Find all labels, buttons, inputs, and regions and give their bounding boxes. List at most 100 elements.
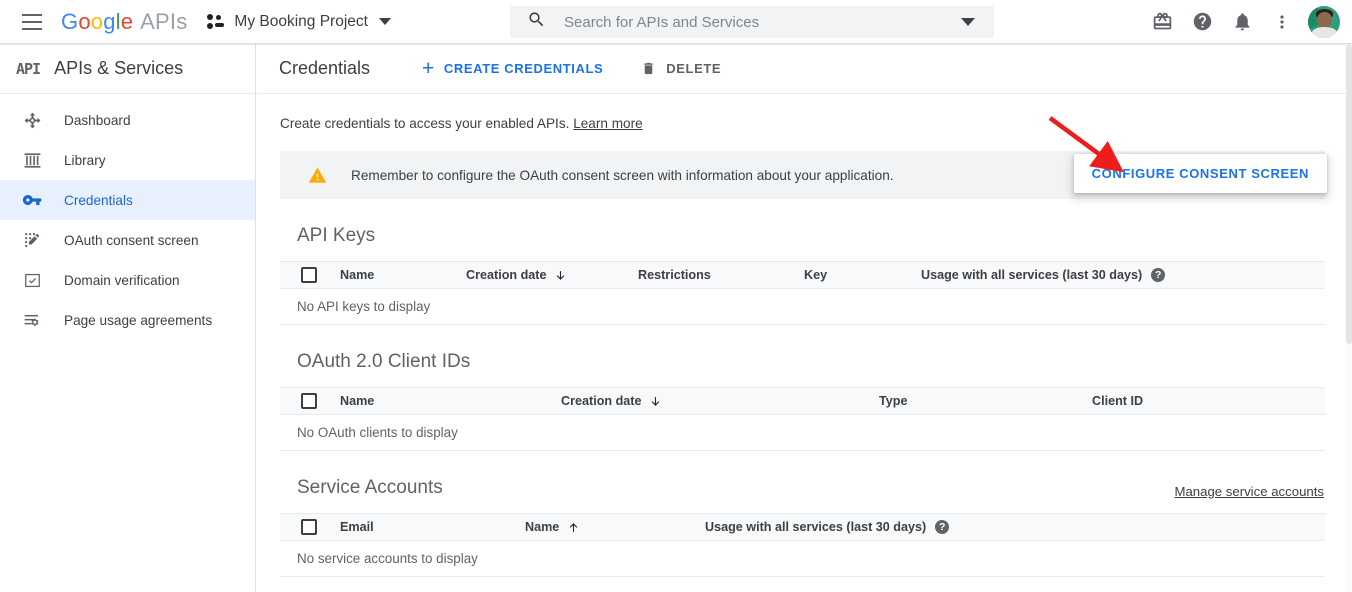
- help-icon[interactable]: ?: [935, 520, 950, 534]
- column-header-creation-date[interactable]: Creation date: [466, 268, 567, 282]
- sidebar-item-label: Credentials: [64, 192, 133, 208]
- select-all-checkbox[interactable]: [301, 267, 317, 283]
- sidebar-item-label: OAuth consent screen: [64, 232, 199, 248]
- search-dropdown-icon[interactable]: [961, 18, 975, 26]
- help-icon[interactable]: [1182, 2, 1222, 42]
- logo-suffix-apis: APIs: [140, 8, 188, 34]
- library-icon: [20, 148, 44, 172]
- section-oauth-client-ids: OAuth 2.0 Client IDs Name Creation date …: [280, 351, 1325, 451]
- chevron-down-icon[interactable]: [378, 18, 391, 25]
- column-header-usage: Usage with all services (last 30 days) ?: [921, 268, 1166, 282]
- plus-icon: +: [422, 57, 435, 80]
- column-header-email[interactable]: Email: [340, 520, 374, 534]
- api-logo-icon: API: [16, 59, 41, 78]
- column-header-restrictions[interactable]: Restrictions: [638, 268, 711, 282]
- configure-consent-screen-button[interactable]: CONFIGURE CONSENT SCREEN: [1073, 154, 1327, 193]
- top-app-bar: Google APIs My Booking Project: [0, 0, 1352, 43]
- top-bar-shadow: [0, 43, 1352, 46]
- sidebar-nav: Dashboard Library Credentials OAuth cons…: [0, 94, 255, 340]
- page-usage-agreements-icon: [20, 308, 44, 332]
- section-title: Service Accounts: [297, 477, 443, 498]
- sidebar: API APIs & Services Dashboard Library Cr…: [0, 44, 256, 592]
- sidebar-item-label: Library: [64, 152, 106, 168]
- google-cloud-console-window: Google APIs My Booking Project Search fo…: [0, 0, 1352, 592]
- sidebar-item-label: Page usage agreements: [64, 312, 213, 328]
- empty-state-row: No API keys to display: [280, 289, 1325, 325]
- dashboard-icon: [20, 108, 44, 132]
- column-header-usage: Usage with all services (last 30 days) ?: [705, 520, 950, 534]
- sidebar-item-oauth-consent-screen[interactable]: OAuth consent screen: [0, 220, 255, 260]
- sidebar-item-credentials[interactable]: Credentials: [0, 180, 255, 220]
- select-all-checkbox[interactable]: [301, 519, 317, 535]
- logo-letter-o1: o: [78, 8, 91, 34]
- banner-message: Remember to configure the OAuth consent …: [351, 167, 894, 183]
- gift-icon[interactable]: [1142, 2, 1182, 42]
- lead-text: Create credentials to access your enable…: [280, 116, 570, 131]
- domain-verification-icon: [20, 268, 44, 292]
- column-header-key[interactable]: Key: [804, 268, 827, 282]
- google-apis-logo: Google APIs: [61, 9, 187, 35]
- logo-letter-g: G: [61, 8, 79, 34]
- sidebar-title: APIs & Services: [54, 58, 184, 78]
- project-icon: [207, 13, 225, 30]
- logo-letter-e: e: [120, 8, 134, 34]
- learn-more-link[interactable]: Learn more: [573, 116, 643, 131]
- section-header: API Keys: [280, 225, 1325, 247]
- manage-service-accounts-link[interactable]: Manage service accounts: [1174, 484, 1324, 499]
- column-header-creation-date[interactable]: Creation date: [561, 394, 662, 408]
- key-icon: [20, 188, 44, 212]
- select-all-checkbox[interactable]: [301, 393, 317, 409]
- hamburger-menu-icon[interactable]: [10, 0, 54, 43]
- delete-label: DELETE: [666, 61, 722, 76]
- oauth-consent-banner: Remember to configure the OAuth consent …: [280, 151, 1327, 199]
- section-api-keys: API Keys Name Creation date Restrictions…: [280, 225, 1325, 325]
- sort-ascending-icon: [567, 521, 580, 534]
- help-icon[interactable]: ?: [1151, 268, 1166, 282]
- logo-letter-g2: g: [103, 8, 116, 34]
- empty-state-row: No service accounts to display: [280, 541, 1325, 577]
- avatar[interactable]: [1308, 5, 1340, 38]
- project-selector[interactable]: My Booking Project: [207, 0, 391, 43]
- page-title: Credentials: [279, 58, 371, 78]
- sidebar-item-label: Domain verification: [64, 272, 180, 288]
- table-header-row: Name Creation date Type Client ID: [280, 387, 1325, 415]
- column-header-name[interactable]: Name: [340, 394, 374, 408]
- section-header: Service Accounts Manage service accounts: [280, 477, 1325, 499]
- top-bar-actions: [1142, 0, 1344, 43]
- table-header-row: Name Creation date Restrictions Key Usag…: [280, 261, 1325, 289]
- section-title: OAuth 2.0 Client IDs: [297, 351, 471, 372]
- sidebar-item-domain-verification[interactable]: Domain verification: [0, 260, 255, 300]
- column-header-name[interactable]: Name: [525, 520, 580, 534]
- sidebar-header: API APIs & Services: [0, 44, 255, 94]
- more-vert-icon[interactable]: [1262, 2, 1302, 42]
- search-icon: [527, 10, 546, 34]
- search-input[interactable]: [564, 13, 961, 31]
- trash-icon: [641, 61, 656, 76]
- sidebar-item-dashboard[interactable]: Dashboard: [0, 100, 255, 140]
- main-content: Credentials + CREATE CREDENTIALS DELETE …: [257, 44, 1352, 592]
- column-header-name[interactable]: Name: [340, 268, 374, 282]
- table-header-row: Email Name Usage with all services (last…: [280, 513, 1325, 541]
- search-bar[interactable]: [510, 6, 994, 38]
- sort-descending-icon: [554, 269, 567, 282]
- lead-text-row: Create credentials to access your enable…: [280, 116, 1325, 131]
- sidebar-item-page-usage-agreements[interactable]: Page usage agreements: [0, 300, 255, 340]
- column-header-type[interactable]: Type: [879, 394, 907, 408]
- logo-letter-o2: o: [90, 8, 104, 34]
- create-credentials-button[interactable]: + CREATE CREDENTIALS: [422, 58, 603, 79]
- empty-state-row: No OAuth clients to display: [280, 415, 1325, 451]
- content-header: Credentials + CREATE CREDENTIALS DELETE: [257, 44, 1352, 94]
- section-header: OAuth 2.0 Client IDs: [280, 351, 1325, 373]
- section-title: API Keys: [297, 225, 376, 246]
- sort-descending-icon: [649, 395, 662, 408]
- content-body: Create credentials to access your enable…: [257, 94, 1352, 577]
- column-header-client-id[interactable]: Client ID: [1092, 394, 1143, 408]
- vertical-scrollbar-thumb[interactable]: [1346, 44, 1352, 344]
- vertical-scrollbar-track[interactable]: [1346, 44, 1352, 592]
- sidebar-item-library[interactable]: Library: [0, 140, 255, 180]
- delete-button[interactable]: DELETE: [641, 61, 721, 76]
- oauth-consent-icon: [20, 228, 44, 252]
- warning-triangle-icon: [308, 166, 327, 185]
- notifications-bell-icon[interactable]: [1222, 2, 1262, 42]
- sidebar-item-label: Dashboard: [64, 112, 131, 128]
